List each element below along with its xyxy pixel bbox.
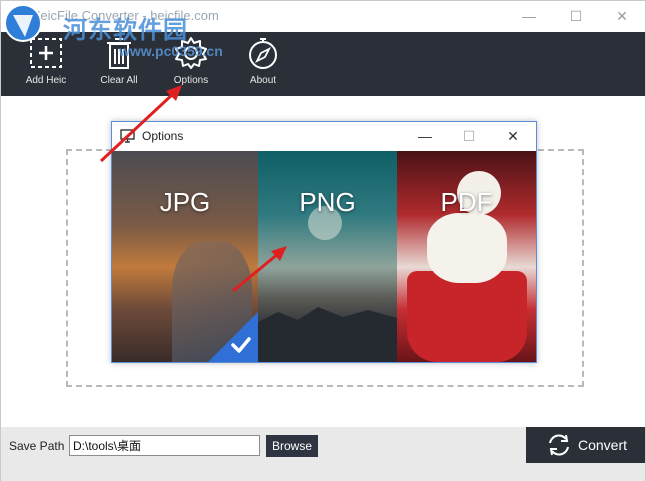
bottom-bar: Save Path Browse Convert xyxy=(1,427,645,481)
pdf-preview-cup xyxy=(407,271,527,362)
watermark-logo-icon xyxy=(4,4,42,42)
about-label: About xyxy=(249,75,277,86)
dialog-close-button[interactable]: ✕ xyxy=(490,122,536,151)
convert-label: Convert xyxy=(578,437,628,453)
watermark-text: 河东软件园 xyxy=(63,16,188,44)
compass-icon xyxy=(249,38,277,69)
watermark-url: www.pc0359.cn xyxy=(119,43,223,59)
about-button[interactable]: About xyxy=(228,36,298,94)
format-label-png: PNG xyxy=(299,187,356,217)
pdf-preview-snowman-body xyxy=(427,213,507,283)
png-preview-mountains xyxy=(258,307,397,362)
format-label-pdf: PDF xyxy=(440,187,493,217)
checkmark-icon xyxy=(231,337,251,353)
save-path-input[interactable] xyxy=(69,435,260,456)
add-heic-label: Add Heic xyxy=(25,75,67,86)
dialog-minimize-button[interactable]: — xyxy=(402,122,448,151)
format-label-jpg: JPG xyxy=(159,187,211,217)
annotation-arrow-icon xyxy=(99,85,182,163)
maximize-button[interactable]: ☐ xyxy=(553,1,599,32)
convert-button[interactable]: Convert xyxy=(526,427,645,463)
dialog-maximize-button[interactable]: ☐ xyxy=(446,122,492,151)
minimize-button[interactable]: — xyxy=(506,1,552,32)
close-button[interactable]: ✕ xyxy=(599,1,645,32)
browse-button[interactable]: Browse xyxy=(266,435,318,457)
annotation-arrow-icon xyxy=(232,246,287,293)
format-option-pdf[interactable]: PDF xyxy=(397,151,536,362)
save-path-label: Save Path xyxy=(9,439,65,453)
convert-icon xyxy=(549,434,569,456)
app-window: HeicFile Converter - heicfile.com — ☐ ✕ … xyxy=(0,0,646,481)
